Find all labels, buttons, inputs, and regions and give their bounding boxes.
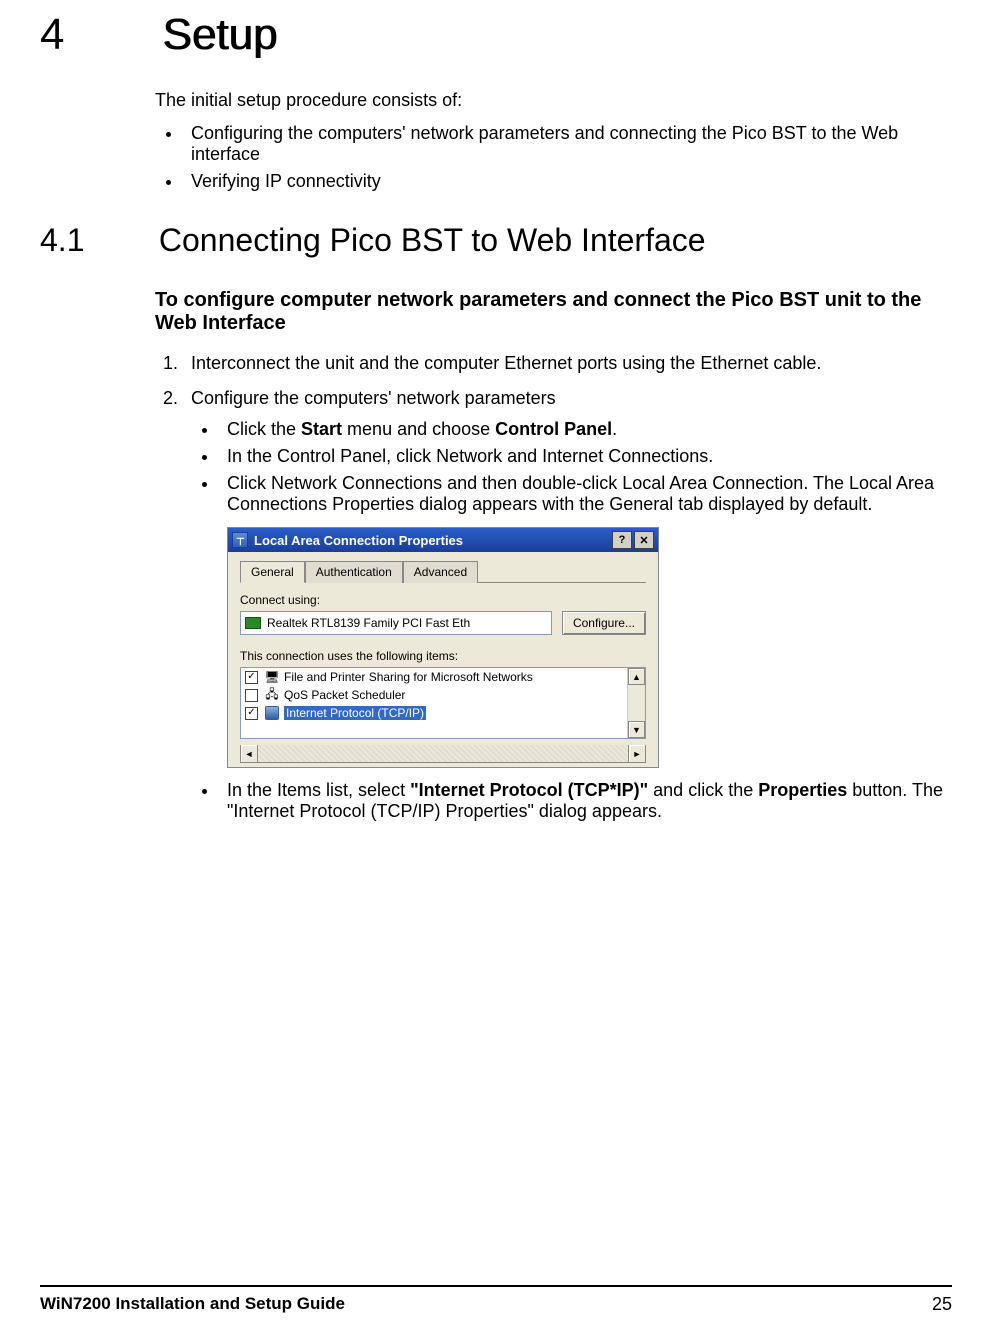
- page-footer: WiN7200 Installation and Setup Guide 25: [40, 1294, 952, 1315]
- adapter-name: Realtek RTL8139 Family PCI Fast Eth: [267, 616, 470, 630]
- control-panel-label: Control Panel: [495, 419, 612, 439]
- tab-advanced[interactable]: Advanced: [403, 561, 478, 583]
- list-item[interactable]: QoS Packet Scheduler: [241, 686, 627, 704]
- dialog-title: Local Area Connection Properties: [254, 533, 612, 548]
- qos-icon: [264, 687, 280, 703]
- step-2-substeps-continued: In the Items list, select "Internet Prot…: [219, 780, 952, 822]
- step-2: Configure the computers' network paramet…: [183, 388, 952, 822]
- checkbox-icon[interactable]: [245, 689, 258, 702]
- step-1: Interconnect the unit and the computer E…: [183, 353, 952, 374]
- section-number: 4.1: [40, 222, 150, 259]
- dialog-titlebar[interactable]: Local Area Connection Properties ? ✕: [228, 528, 658, 552]
- intro-paragraph: The initial setup procedure consists of:: [155, 90, 952, 111]
- page-number: 25: [932, 1294, 952, 1315]
- scroll-up-button[interactable]: ▲: [628, 668, 645, 685]
- procedure-title: To configure computer network parameters…: [155, 289, 952, 335]
- connection-items-listbox[interactable]: ✓ File and Printer Sharing for Microsoft…: [240, 667, 646, 739]
- tab-general[interactable]: General: [240, 561, 305, 583]
- checkbox-icon[interactable]: ✓: [245, 707, 258, 720]
- file-share-icon: [264, 669, 280, 685]
- footer-rule: [40, 1285, 952, 1287]
- nic-icon: [245, 617, 261, 629]
- properties-button-label: Properties: [758, 780, 847, 800]
- chapter-title: Setup: [162, 10, 277, 60]
- help-button[interactable]: ?: [612, 531, 632, 549]
- scroll-left-button[interactable]: ◄: [241, 745, 258, 762]
- item-label: File and Printer Sharing for Microsoft N…: [284, 670, 533, 684]
- substep: Click the Start menu and choose Control …: [219, 419, 952, 440]
- scroll-track[interactable]: [258, 745, 628, 762]
- lan-properties-dialog: Local Area Connection Properties ? ✕ Gen…: [227, 527, 659, 768]
- start-menu-label: Start: [301, 419, 342, 439]
- substep: In the Items list, select "Internet Prot…: [219, 780, 952, 822]
- items-list-label: This connection uses the following items…: [240, 649, 646, 663]
- item-label: Internet Protocol (TCP/IP): [284, 706, 426, 720]
- chapter-heading: 4 Setup: [40, 10, 952, 60]
- tab-authentication[interactable]: Authentication: [305, 561, 403, 583]
- network-icon: [232, 532, 248, 548]
- footer-doc-title: WiN7200 Installation and Setup Guide: [40, 1294, 345, 1315]
- section-heading: 4.1 Connecting Pico BST to Web Interface: [40, 222, 952, 259]
- item-label: QoS Packet Scheduler: [284, 688, 405, 702]
- intro-bullet-list: Configuring the computers' network param…: [183, 123, 952, 192]
- procedure-steps: Interconnect the unit and the computer E…: [183, 353, 952, 822]
- tab-strip: General Authentication Advanced: [240, 560, 646, 583]
- connect-using-label: Connect using:: [240, 593, 646, 607]
- adapter-field[interactable]: Realtek RTL8139 Family PCI Fast Eth: [240, 611, 552, 635]
- substep: In the Control Panel, click Network and …: [219, 446, 952, 467]
- section-title: Connecting Pico BST to Web Interface: [159, 222, 706, 258]
- intro-bullet: Configuring the computers' network param…: [183, 123, 952, 165]
- intro-bullet: Verifying IP connectivity: [183, 171, 952, 192]
- scroll-right-button[interactable]: ►: [628, 745, 645, 762]
- tcp-ip-icon: [264, 705, 280, 721]
- list-item-selected[interactable]: ✓ Internet Protocol (TCP/IP): [241, 704, 627, 722]
- step-2-substeps: Click the Start menu and choose Control …: [219, 419, 952, 515]
- list-item[interactable]: ✓ File and Printer Sharing for Microsoft…: [241, 668, 627, 686]
- checkbox-icon[interactable]: ✓: [245, 671, 258, 684]
- step-2-text: Configure the computers' network paramet…: [191, 388, 556, 408]
- substep: Click Network Connections and then doubl…: [219, 473, 952, 515]
- chapter-number: 4: [40, 10, 150, 60]
- scroll-down-button[interactable]: ▼: [628, 721, 645, 738]
- tcpip-select-label: "Internet Protocol (TCP*IP)": [410, 780, 648, 800]
- horizontal-scrollbar[interactable]: ◄ ►: [240, 745, 646, 763]
- vertical-scrollbar[interactable]: ▲ ▼: [627, 668, 645, 738]
- configure-button[interactable]: Configure...: [562, 611, 646, 635]
- close-button[interactable]: ✕: [634, 531, 654, 549]
